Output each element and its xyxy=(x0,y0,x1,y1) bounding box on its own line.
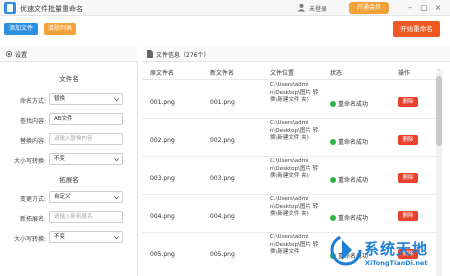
new-ext-label: 新拓展名: xyxy=(19,216,46,223)
ext-mode-label: 变更方式: xyxy=(19,196,46,203)
vip-label: 开通会员 xyxy=(356,4,381,11)
file-list-header: 文件信息（276个） xyxy=(142,46,450,62)
status-text: 重命名成功 xyxy=(338,177,369,184)
ext-case-label: 大小写转换: xyxy=(13,236,46,243)
clear-list-button[interactable]: 清除列表 xyxy=(44,23,76,35)
chevron-down-icon xyxy=(114,97,119,102)
watermark-title: 系统天地 xyxy=(364,240,429,258)
original-filename: 004.png xyxy=(150,213,175,220)
rename-mode-label: 命名方式: xyxy=(19,98,46,105)
ext-case-value: 不变 xyxy=(54,234,66,240)
site-watermark: 系统天地 XiTongTianDi.net xyxy=(330,232,450,276)
add-file-button[interactable]: 添加文件 xyxy=(4,23,38,35)
replace-label: 替换内容: xyxy=(19,138,46,145)
find-input[interactable]: AB文件 xyxy=(49,113,123,125)
table-row[interactable]: 002.png 002.png C:\Users\admi n\Desktop\… xyxy=(142,120,436,157)
ext-case-select[interactable]: 不变 xyxy=(49,231,123,243)
settings-header: 设置 xyxy=(0,46,138,62)
table-row[interactable]: 001.png 001.png C:\Users\admi n\Desktop\… xyxy=(142,82,436,119)
original-filename: 003.png xyxy=(150,175,175,182)
delete-button[interactable]: 删除 xyxy=(398,97,418,107)
file-location: C:\Users\admi n\Desktop\图片 转换\新建文件 夹) xyxy=(270,120,319,141)
success-icon xyxy=(330,177,336,183)
case-select[interactable]: 不变 xyxy=(49,153,123,165)
find-label: 查找内容: xyxy=(19,118,46,125)
user-icon[interactable] xyxy=(297,3,306,12)
original-filename: 002.png xyxy=(150,137,175,144)
success-icon xyxy=(330,215,336,221)
app-logo-icon xyxy=(4,2,16,14)
new-filename: 003.png xyxy=(210,175,235,182)
new-filename: 002.png xyxy=(210,137,235,144)
status-cell: 重命名成功 xyxy=(330,213,368,222)
vip-button[interactable]: 开通会员 xyxy=(349,2,389,14)
case-label: 大小写转换: xyxy=(13,158,46,165)
maximize-button[interactable]: □ xyxy=(418,2,430,14)
status-cell: 重命名成功 xyxy=(330,175,368,184)
filename-section-title: 文件名 xyxy=(59,75,79,83)
status-cell: 重命名成功 xyxy=(330,99,368,108)
new-filename: 001.png xyxy=(210,99,235,106)
new-filename: 005.png xyxy=(210,251,235,258)
delete-button[interactable]: 删除 xyxy=(398,211,418,221)
title-bar: 优速文件批量重命名 未登录 开通会员 – □ × xyxy=(0,0,450,16)
status-text: 重命名成功 xyxy=(338,101,369,108)
original-filename: 005.png xyxy=(150,251,175,258)
rename-mode-value: 替换 xyxy=(54,96,66,102)
column-header: 原文件名 xyxy=(150,70,175,77)
table-row[interactable]: 004.png 004.png C:\Users\admi n\Desktop\… xyxy=(142,196,436,233)
settings-title: 设置 xyxy=(15,52,28,59)
delete-button[interactable]: 删除 xyxy=(398,135,418,145)
status-text: 重命名成功 xyxy=(338,215,369,222)
ext-mode-select[interactable]: 自定义 xyxy=(49,191,123,203)
scrollbar-thumb[interactable] xyxy=(436,76,442,146)
table-row[interactable]: 003.png 003.png C:\Users\admi n\Desktop\… xyxy=(142,158,436,195)
login-status[interactable]: 未登录 xyxy=(309,4,327,13)
replace-input[interactable]: 请输入替换内容 xyxy=(49,133,123,145)
new-ext-input[interactable]: 请输入新拓展名 xyxy=(49,211,123,223)
file-count-title: 文件信息（276个） xyxy=(156,52,210,59)
case-value: 不变 xyxy=(54,156,66,162)
file-location: C:\Users\admi n\Desktop\图片 转换\新建文件 夹) xyxy=(270,158,319,179)
close-button[interactable]: × xyxy=(432,2,444,14)
file-location: C:\Users\admi n\Desktop\图片 转换\新建文件 夹) xyxy=(270,196,319,217)
status-text: 重命名成功 xyxy=(338,139,369,146)
new-filename: 004.png xyxy=(210,213,235,220)
gear-icon xyxy=(5,50,13,58)
chevron-down-icon xyxy=(114,157,119,162)
status-cell: 重命名成功 xyxy=(330,137,368,146)
minimize-button[interactable]: – xyxy=(404,2,416,14)
settings-panel: 设置 文件名 命名方式: 替换 查找内容: AB文件 替换内容: 请输入替换内容… xyxy=(0,46,138,276)
rename-mode-select[interactable]: 替换 xyxy=(49,93,123,105)
chevron-down-icon xyxy=(114,235,119,240)
app-title: 优速文件批量重命名 xyxy=(20,5,83,13)
delete-button[interactable]: 删除 xyxy=(398,173,418,183)
file-icon xyxy=(147,50,153,58)
start-rename-button[interactable]: 开始重命名 xyxy=(393,21,440,37)
file-location: C:\Users\admi n\Desktop\图片 转换\新建文件 xyxy=(270,234,319,255)
toolbar: 添加文件 清除列表 开始重命名 xyxy=(0,17,450,41)
ext-mode-value: 自定义 xyxy=(54,194,71,200)
watermark-url: XiTongTianDi.net xyxy=(365,259,428,267)
watermark-logo-icon xyxy=(330,234,362,266)
extension-section-title: 拓展名 xyxy=(59,176,79,184)
success-icon xyxy=(330,101,336,107)
header-divider xyxy=(142,79,436,80)
column-header: 状态 xyxy=(330,70,343,77)
column-header: 新文件名 xyxy=(210,70,235,77)
chevron-down-icon xyxy=(114,195,119,200)
success-icon xyxy=(330,139,336,145)
column-header: 操作 xyxy=(398,70,411,77)
file-location: C:\Users\admi n\Desktop\图片 转换\新建文件 夹) xyxy=(270,82,319,103)
column-header: 文件位置 xyxy=(270,70,295,77)
original-filename: 001.png xyxy=(150,99,175,106)
